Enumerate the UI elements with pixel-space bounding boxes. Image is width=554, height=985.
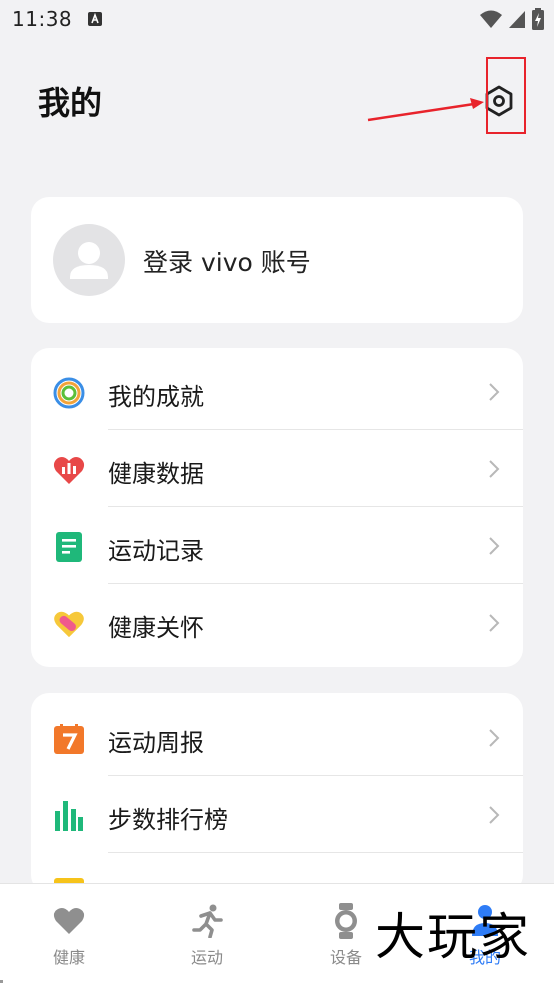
calendar-seven-icon — [53, 723, 85, 755]
menu-group-secondary: 运动周报 步数排行榜 活动中心 — [31, 693, 523, 893]
chevron-right-icon — [489, 806, 500, 824]
wifi-icon — [480, 10, 502, 28]
health-care-heart-icon — [53, 608, 85, 640]
achievement-ring-icon — [53, 377, 85, 409]
status-bar: 11:38 — [0, 0, 554, 38]
status-icons — [480, 8, 544, 30]
menu-item-label: 健康关怀 — [108, 614, 204, 642]
page-title: 我的 — [38, 84, 103, 122]
a-notification-icon — [88, 12, 103, 26]
corner-dot — [0, 980, 3, 983]
bar-chart-icon — [53, 800, 85, 832]
menu-group-primary: 我的成就 健康数据 运动记录 健康关怀 — [31, 348, 523, 667]
runner-icon — [190, 904, 224, 938]
status-time: 11:38 — [12, 7, 73, 31]
chevron-right-icon — [489, 537, 500, 555]
menu-item-label: 健康数据 — [108, 460, 204, 488]
chevron-right-icon — [489, 383, 500, 401]
menu-item-achievements[interactable]: 我的成就 — [31, 353, 523, 430]
menu-item-weekly-report[interactable]: 运动周报 — [31, 699, 523, 776]
menu-item-health-data[interactable]: 健康数据 — [31, 430, 523, 507]
menu-item-health-care[interactable]: 健康关怀 — [31, 584, 523, 661]
tab-label: 健康 — [52, 948, 85, 967]
battery-charging-icon — [532, 8, 544, 30]
annotation-highlight-box — [486, 57, 526, 134]
tab-label: 运动 — [190, 948, 223, 967]
person-placeholder-icon — [70, 242, 108, 279]
watch-icon — [329, 903, 363, 939]
menu-item-step-ranking[interactable]: 步数排行榜 — [31, 776, 523, 853]
menu-item-sport-records[interactable]: 运动记录 — [31, 507, 523, 584]
menu-item-label: 我的成就 — [108, 383, 204, 411]
chevron-right-icon — [489, 460, 500, 478]
menu-item-label: 运动周报 — [108, 729, 204, 757]
sport-record-doc-icon — [53, 531, 85, 563]
heart-icon — [52, 904, 86, 938]
signal-icon — [509, 11, 525, 28]
menu-item-label: 运动记录 — [108, 537, 204, 565]
login-account-label: 登录 vivo 账号 — [143, 248, 311, 277]
watermark-text: 大玩家 — [375, 908, 531, 966]
menu-item-label: 步数排行榜 — [108, 806, 228, 834]
tab-health[interactable]: 健康 — [0, 884, 138, 985]
account-card[interactable]: 登录 vivo 账号 — [31, 197, 523, 323]
health-data-heart-icon — [53, 454, 85, 486]
chevron-right-icon — [489, 614, 500, 632]
avatar — [53, 224, 125, 296]
annotation-arrow-icon — [367, 98, 484, 122]
chevron-right-icon — [489, 729, 500, 747]
tab-sport[interactable]: 运动 — [138, 884, 276, 985]
